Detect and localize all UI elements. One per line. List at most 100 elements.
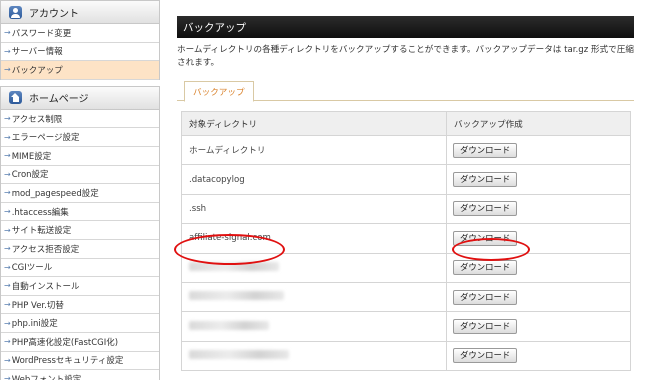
sidebar-item-account-1[interactable]: → サーバー情報: [1, 43, 159, 62]
sidebar-item-label: Cron設定: [11, 170, 49, 181]
action-cell: ダウンロード: [446, 193, 631, 225]
arrow-right-icon: →: [4, 65, 11, 75]
sidebar-item-label: PHP Ver.切替: [11, 300, 64, 311]
sidebar-item-account-0[interactable]: → パスワード変更: [1, 24, 159, 43]
sidebar-item-homepage-3[interactable]: → Cron設定: [1, 166, 159, 185]
sidebar-item-label: エラーページ設定: [11, 133, 80, 144]
sidebar: アカウント → パスワード変更 → サーバー情報 → バックアップ ホームページ → アクセ…: [0, 0, 160, 380]
directory-cell: [181, 311, 447, 342]
sidebar-item-homepage-5[interactable]: → .htaccess編集: [1, 203, 159, 222]
action-cell: ダウンロード: [446, 311, 631, 342]
sidebar-item-label: .htaccess編集: [11, 207, 69, 218]
sidebar-item-homepage-14[interactable]: → Webフォント設定: [1, 370, 159, 380]
sidebar-item-label: アクセス制限: [11, 114, 63, 125]
table-row: ダウンロード: [181, 340, 631, 372]
table-row: .ssh ダウンロード: [181, 193, 631, 225]
arrow-right-icon: →: [4, 207, 11, 217]
table-row: .datacopylog ダウンロード: [181, 164, 631, 195]
redacted-directory-name: [189, 291, 284, 301]
sidebar-item-account-2[interactable]: → バックアップ: [1, 61, 159, 80]
sidebar-item-homepage-7[interactable]: → アクセス拒否設定: [1, 240, 159, 259]
page-title: バックアップ: [177, 16, 634, 38]
directory-name: .datacopylog: [189, 174, 245, 185]
sidebar-item-homepage-10[interactable]: → PHP Ver.切替: [1, 296, 159, 315]
sidebar-item-homepage-0[interactable]: → アクセス制限: [1, 110, 159, 129]
arrow-right-icon: →: [4, 300, 11, 310]
tab-backup[interactable]: バックアップ: [184, 81, 254, 102]
sidebar-item-label: 自動インストール: [11, 281, 80, 292]
download-button[interactable]: ダウンロード: [453, 319, 518, 335]
sidebar-item-label: mod_pagespeed設定: [11, 188, 99, 199]
sidebar-item-label: アクセス拒否設定: [11, 244, 80, 255]
sidebar-item-homepage-12[interactable]: → PHP高速化設定(FastCGI化): [1, 333, 159, 352]
sidebar-item-label: php.ini設定: [11, 319, 58, 330]
directory-name: ホームディレクトリ: [189, 146, 266, 157]
redacted-directory-name: [189, 349, 289, 359]
download-button[interactable]: ダウンロード: [453, 142, 518, 158]
sidebar-item-label: MIME設定: [11, 151, 52, 162]
sidebar-item-homepage-1[interactable]: → エラーページ設定: [1, 128, 159, 147]
directory-cell: .datacopylog: [181, 164, 447, 195]
account-menu: → パスワード変更 → サーバー情報 → バックアップ: [0, 24, 160, 80]
account-section-title: アカウント: [29, 8, 79, 20]
download-button[interactable]: ダウンロード: [453, 260, 518, 276]
column-header-backup: バックアップ作成: [446, 111, 631, 136]
sidebar-item-label: サイト転送設定: [11, 226, 72, 237]
arrow-right-icon: →: [4, 46, 11, 56]
sidebar-item-homepage-8[interactable]: → CGIツール: [1, 259, 159, 278]
arrow-right-icon: →: [4, 225, 11, 235]
sidebar-item-homepage-9[interactable]: → 自動インストール: [1, 277, 159, 296]
download-button[interactable]: ダウンロード: [453, 230, 518, 246]
action-cell: ダウンロード: [446, 134, 631, 166]
download-button[interactable]: ダウンロード: [453, 172, 518, 188]
action-cell: ダウンロード: [446, 223, 631, 254]
redacted-directory-name: [189, 261, 279, 271]
arrow-right-icon: →: [4, 281, 11, 291]
arrow-right-icon: →: [4, 132, 11, 142]
tab-bar: バックアップ: [177, 81, 634, 102]
table-row: ダウンロード: [181, 281, 631, 313]
download-button[interactable]: ダウンロード: [453, 289, 518, 305]
arrow-right-icon: →: [4, 374, 11, 380]
arrow-right-icon: →: [4, 355, 11, 365]
sidebar-item-label: CGIツール: [11, 263, 53, 274]
table-row: ホームディレクトリ ダウンロード: [181, 134, 631, 166]
directory-cell: [181, 252, 447, 283]
arrow-right-icon: →: [4, 188, 11, 198]
table-row: ダウンロード: [181, 252, 631, 283]
download-button[interactable]: ダウンロード: [453, 201, 518, 217]
sidebar-item-label: Webフォント設定: [11, 374, 82, 380]
sidebar-item-homepage-11[interactable]: → php.ini設定: [1, 314, 159, 333]
redacted-directory-name: [189, 320, 269, 330]
directory-cell: affiliate-signal.com: [181, 223, 447, 254]
sidebar-item-homepage-4[interactable]: → mod_pagespeed設定: [1, 184, 159, 203]
sidebar-item-label: サーバー情報: [11, 47, 63, 58]
arrow-right-icon: →: [4, 318, 11, 328]
directory-cell: [181, 340, 447, 372]
homepage-section-title: ホームページ: [29, 94, 89, 106]
homepage-section-header: ホームページ: [0, 85, 160, 110]
sidebar-item-homepage-13[interactable]: → WordPressセキュリティ設定: [1, 352, 159, 371]
sidebar-item-homepage-6[interactable]: → サイト転送設定: [1, 221, 159, 240]
homepage-icon: [9, 91, 22, 105]
backup-table: 対象ディレクトリ バックアップ作成 ホームディレクトリ ダウンロード .dataco…: [181, 111, 631, 372]
directory-cell: .ssh: [181, 193, 447, 225]
action-cell: ダウンロード: [446, 281, 631, 313]
main-content: バックアップ ホームディレクトリの各種ディレクトリをバックアップすることができま…: [177, 16, 634, 372]
account-icon: [9, 5, 22, 19]
directory-cell: ホームディレクトリ: [181, 134, 447, 166]
arrow-right-icon: →: [4, 244, 11, 254]
arrow-right-icon: →: [4, 262, 11, 272]
directory-cell: [181, 281, 447, 313]
arrow-right-icon: →: [4, 151, 11, 161]
directory-name: .ssh: [189, 203, 207, 214]
page-description: ホームディレクトリの各種ディレクトリをバックアップすることができます。バックアッ…: [177, 45, 634, 68]
table-row: ダウンロード: [181, 311, 631, 342]
arrow-right-icon: →: [4, 169, 11, 179]
sidebar-item-label: バックアップ: [11, 65, 63, 76]
sidebar-item-homepage-2[interactable]: → MIME設定: [1, 147, 159, 166]
sidebar-item-label: パスワード変更: [11, 28, 72, 39]
download-button[interactable]: ダウンロード: [453, 348, 518, 364]
action-cell: ダウンロード: [446, 252, 631, 283]
table-header-row: 対象ディレクトリ バックアップ作成: [181, 111, 631, 136]
